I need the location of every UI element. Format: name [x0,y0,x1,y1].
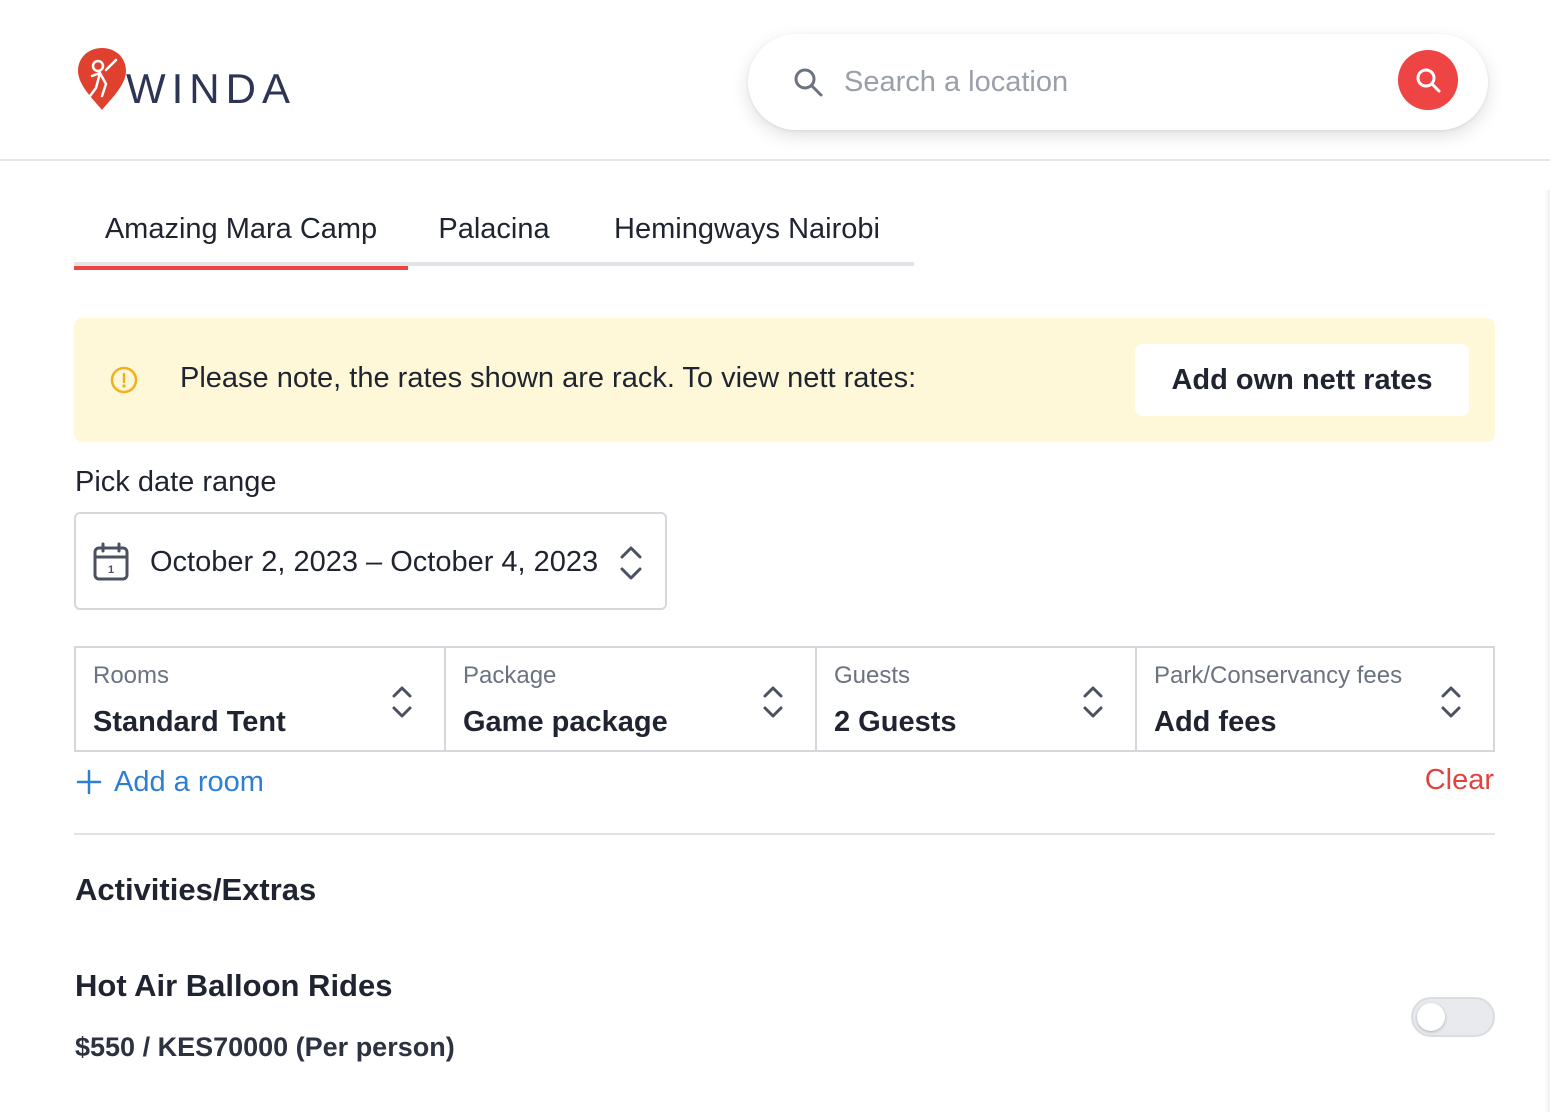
park-fees-label: Park/Conservancy fees [1154,662,1403,689]
location-search [748,34,1488,130]
chevron-up-down-icon [1441,686,1461,718]
guests-value: 2 Guests [834,706,957,738]
brand-name: WINDA [126,65,296,112]
winda-logo[interactable]: WINDA [76,46,296,112]
add-room-label: Add a room [114,765,264,798]
alert-circle-icon [110,366,138,394]
clear-button[interactable]: Clear [1425,764,1494,797]
notice-text: Please note, the rates shown are rack. T… [180,362,917,394]
panel-edge-shadow [1544,190,1550,1112]
rooms-value: Standard Tent [93,706,286,738]
booking-selectors: Rooms Standard Tent Package Game package… [74,646,1495,752]
chevron-up-down-icon [392,686,412,718]
chevron-up-down-icon [620,546,642,580]
add-room-button[interactable]: Add a room [76,764,264,800]
extras-section-title: Activities/Extras [75,872,317,907]
rooms-label: Rooms [93,662,170,689]
date-range-picker[interactable]: 1 October 2, 2023 – October 4, 2023 [74,512,667,610]
date-range-value: October 2, 2023 – October 4, 2023 [150,546,599,578]
date-range-label: Pick date range [75,466,277,498]
location-pin-icon [78,48,126,110]
rooms-select[interactable]: Rooms Standard Tent [76,648,444,750]
extra-item-name: Hot Air Balloon Rides [75,968,393,1003]
toggle-knob [1417,1003,1445,1031]
search-button[interactable] [1398,50,1458,110]
guests-select[interactable]: Guests 2 Guests [815,648,1135,750]
property-tabs: Amazing Mara Camp Palacina Hemingways Na… [74,192,914,270]
calendar-icon: 1 [93,542,129,581]
tab-amazing-mara-camp[interactable]: Amazing Mara Camp [74,192,408,270]
svg-text:1: 1 [108,564,114,576]
extra-item-price: $550 / KES70000 (Per person) [75,1032,455,1062]
search-icon [1416,68,1441,93]
park-fees-select[interactable]: Park/Conservancy fees Add fees [1135,648,1493,750]
add-nett-rates-button[interactable]: Add own nett rates [1135,344,1469,416]
package-select[interactable]: Package Game package [444,648,815,750]
plus-icon [76,769,102,795]
package-label: Package [463,662,557,689]
guests-label: Guests [834,662,911,689]
park-fees-value: Add fees [1154,706,1277,738]
chevron-up-down-icon [763,686,783,718]
extra-item-toggle[interactable] [1411,997,1495,1037]
chevron-up-down-icon [1083,686,1103,718]
search-icon [794,68,823,97]
top-header: WINDA [0,0,1550,161]
section-divider [74,833,1495,835]
tab-palacina[interactable]: Palacina [408,192,580,266]
package-value: Game package [463,706,668,738]
rates-notice: Please note, the rates shown are rack. T… [74,318,1495,442]
tab-hemingways-nairobi[interactable]: Hemingways Nairobi [580,192,914,266]
search-input[interactable] [844,58,1364,106]
